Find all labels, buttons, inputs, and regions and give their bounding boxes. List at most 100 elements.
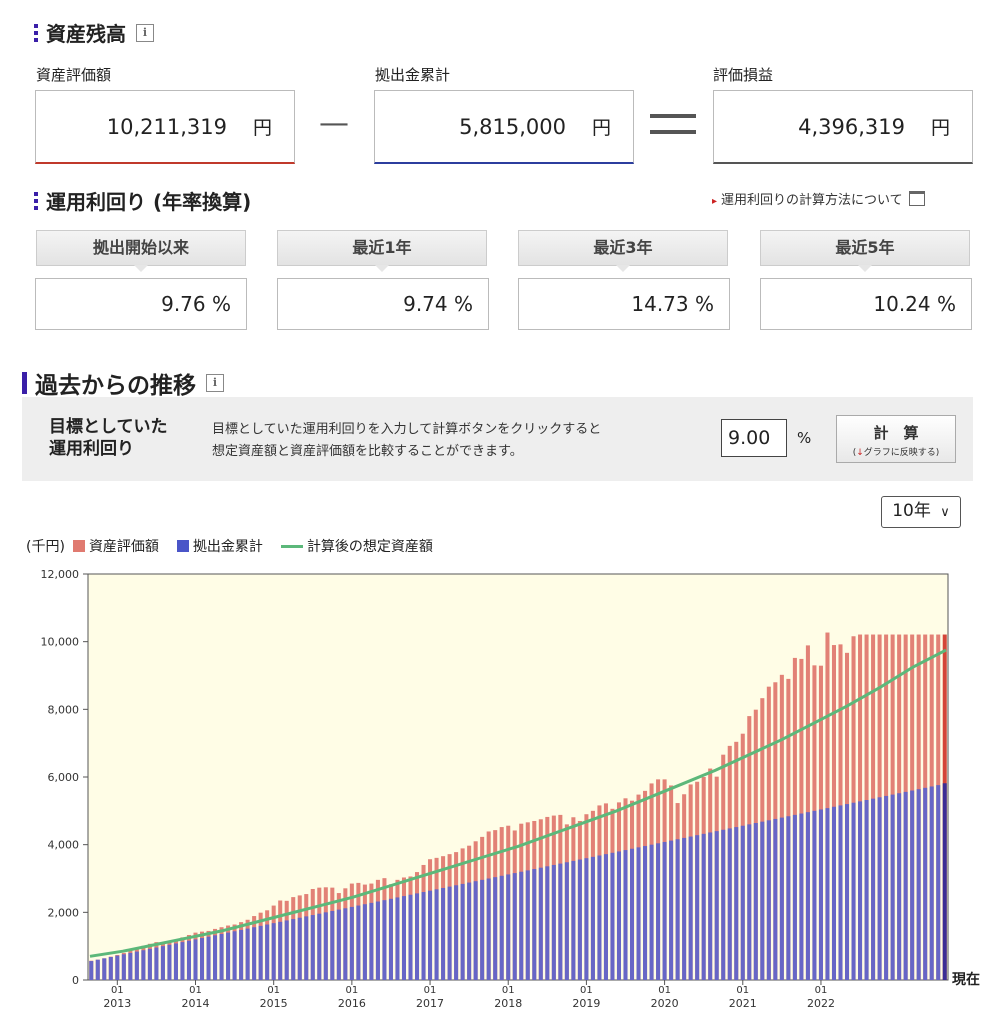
bar-contrib	[890, 794, 895, 980]
bar-contrib	[173, 943, 178, 980]
bar-contrib	[401, 896, 407, 980]
bar-contrib	[936, 785, 941, 980]
bar-contrib	[884, 795, 889, 980]
target-rate-panel: 目標としていた 運用利回り 目標としていた運用利回りを入力して計算ボタンをクリッ…	[22, 397, 973, 481]
bar-contrib	[395, 897, 400, 980]
x-tick-month: 01	[424, 985, 437, 996]
return-value-since-start: 9.76 %	[35, 278, 247, 330]
gain-value-box: 4,396,319 円	[713, 90, 973, 164]
bar-contrib	[506, 874, 511, 980]
bar-contrib	[525, 870, 530, 980]
bar-contrib	[421, 892, 426, 980]
bar-contrib	[838, 805, 843, 980]
contrib-value: 5,815,000	[459, 114, 566, 139]
return-head-1y: 最近1年	[277, 230, 487, 272]
calculate-button-label: 計 算	[873, 424, 919, 442]
target-rate-label: 目標としていた 運用利回り	[49, 416, 168, 460]
calculate-button-sub-text: グラフに反映する	[863, 448, 936, 458]
legend-unit: (千円)	[26, 539, 65, 555]
bar-contrib	[128, 952, 133, 980]
x-tick-year: 2017	[416, 997, 444, 1010]
bar-contrib	[629, 848, 635, 980]
returns-section-title: 運用利回り (年率換算)	[34, 186, 251, 215]
bar-contrib	[786, 816, 791, 980]
bar-contrib	[375, 901, 380, 980]
bar-contrib	[356, 905, 361, 980]
bar-contrib	[721, 829, 726, 980]
contrib-label: 拠出金累計	[375, 66, 451, 84]
eval-value: 10,211,319	[106, 114, 227, 139]
bar-contrib	[265, 924, 270, 980]
bar-contrib	[734, 827, 739, 980]
x-tick-month: 01	[580, 985, 593, 996]
bar-contrib	[108, 956, 113, 980]
bar-contrib	[252, 927, 257, 980]
y-tick-label: 8,000	[48, 703, 80, 716]
target-rate-input[interactable]: 9.00	[721, 419, 787, 457]
target-label-line2: 運用利回り	[49, 439, 134, 459]
bar-contrib	[897, 793, 902, 980]
bar-contrib	[532, 869, 537, 980]
bar-contrib	[903, 791, 908, 980]
bar-contrib	[349, 906, 354, 980]
bar-contrib	[232, 931, 237, 980]
bar-contrib	[278, 921, 283, 980]
calc-method-link[interactable]: 運用利回りの計算方法について	[712, 189, 903, 208]
bar-contrib	[916, 789, 921, 980]
equals-sign	[650, 112, 696, 138]
bar-contrib	[467, 882, 472, 980]
bar-contrib	[141, 950, 146, 980]
y-tick-label: 12,000	[41, 568, 80, 581]
bar-contrib	[186, 940, 192, 980]
bar-contrib	[213, 935, 218, 980]
balance-title-text: 資産残高	[46, 22, 126, 46]
bar-contrib	[714, 831, 719, 980]
x-tick-year: 2022	[807, 997, 835, 1010]
calculate-button[interactable]: 計 算 (↓グラフに反映する)	[836, 415, 956, 463]
info-icon[interactable]: i	[206, 374, 224, 392]
history-title-text: 過去からの推移	[35, 373, 196, 399]
bar-contrib	[603, 854, 608, 980]
x-tick-year: 2019	[572, 997, 600, 1010]
bar-contrib	[199, 938, 205, 980]
calc-method-link-wrap[interactable]: 運用利回りの計算方法について	[712, 189, 925, 208]
yen-unit: 円	[591, 117, 611, 139]
bar-contrib	[805, 812, 810, 980]
bar-contrib	[597, 855, 602, 980]
x-tick-year: 2020	[651, 997, 679, 1010]
x-tick-month: 01	[345, 985, 358, 996]
bar-contrib	[89, 961, 94, 980]
x-tick-year: 2016	[338, 997, 366, 1010]
contrib-value-box: 5,815,000 円	[374, 90, 634, 164]
percent-unit: %	[797, 429, 812, 447]
bar-contrib	[649, 844, 654, 980]
bar-contrib	[773, 818, 778, 980]
bar-contrib	[121, 954, 126, 980]
bar-contrib	[460, 883, 465, 980]
bar-contrib	[499, 875, 504, 980]
bar-contrib	[623, 850, 628, 980]
bar-contrib	[825, 808, 830, 980]
bar-contrib	[480, 879, 485, 980]
bar-contrib	[858, 801, 863, 980]
return-head-5y: 最近5年	[760, 230, 970, 272]
y-tick-label: 4,000	[48, 839, 80, 852]
arrow-down-icon: ↓	[856, 448, 864, 458]
x-tick-year: 2015	[260, 997, 288, 1010]
bar-contrib	[343, 908, 348, 980]
bar-contrib	[545, 866, 550, 980]
bar-contrib	[115, 955, 120, 980]
bar-contrib	[310, 915, 315, 980]
bar-contrib	[708, 832, 713, 980]
yen-unit: 円	[252, 117, 272, 139]
bar-contrib	[695, 835, 700, 980]
bar-contrib	[239, 929, 244, 980]
target-desc-line2: 想定資産額と資産評価額を比較することができます。	[212, 444, 523, 459]
period-select[interactable]: 10年 ∨	[881, 496, 961, 528]
legend-eval-text: 資産評価額	[88, 539, 159, 555]
bar-contrib	[219, 933, 224, 980]
bar-contrib	[551, 864, 556, 980]
y-tick-label: 2,000	[48, 906, 80, 919]
info-icon[interactable]: i	[136, 23, 154, 42]
bar-contrib	[304, 916, 309, 980]
